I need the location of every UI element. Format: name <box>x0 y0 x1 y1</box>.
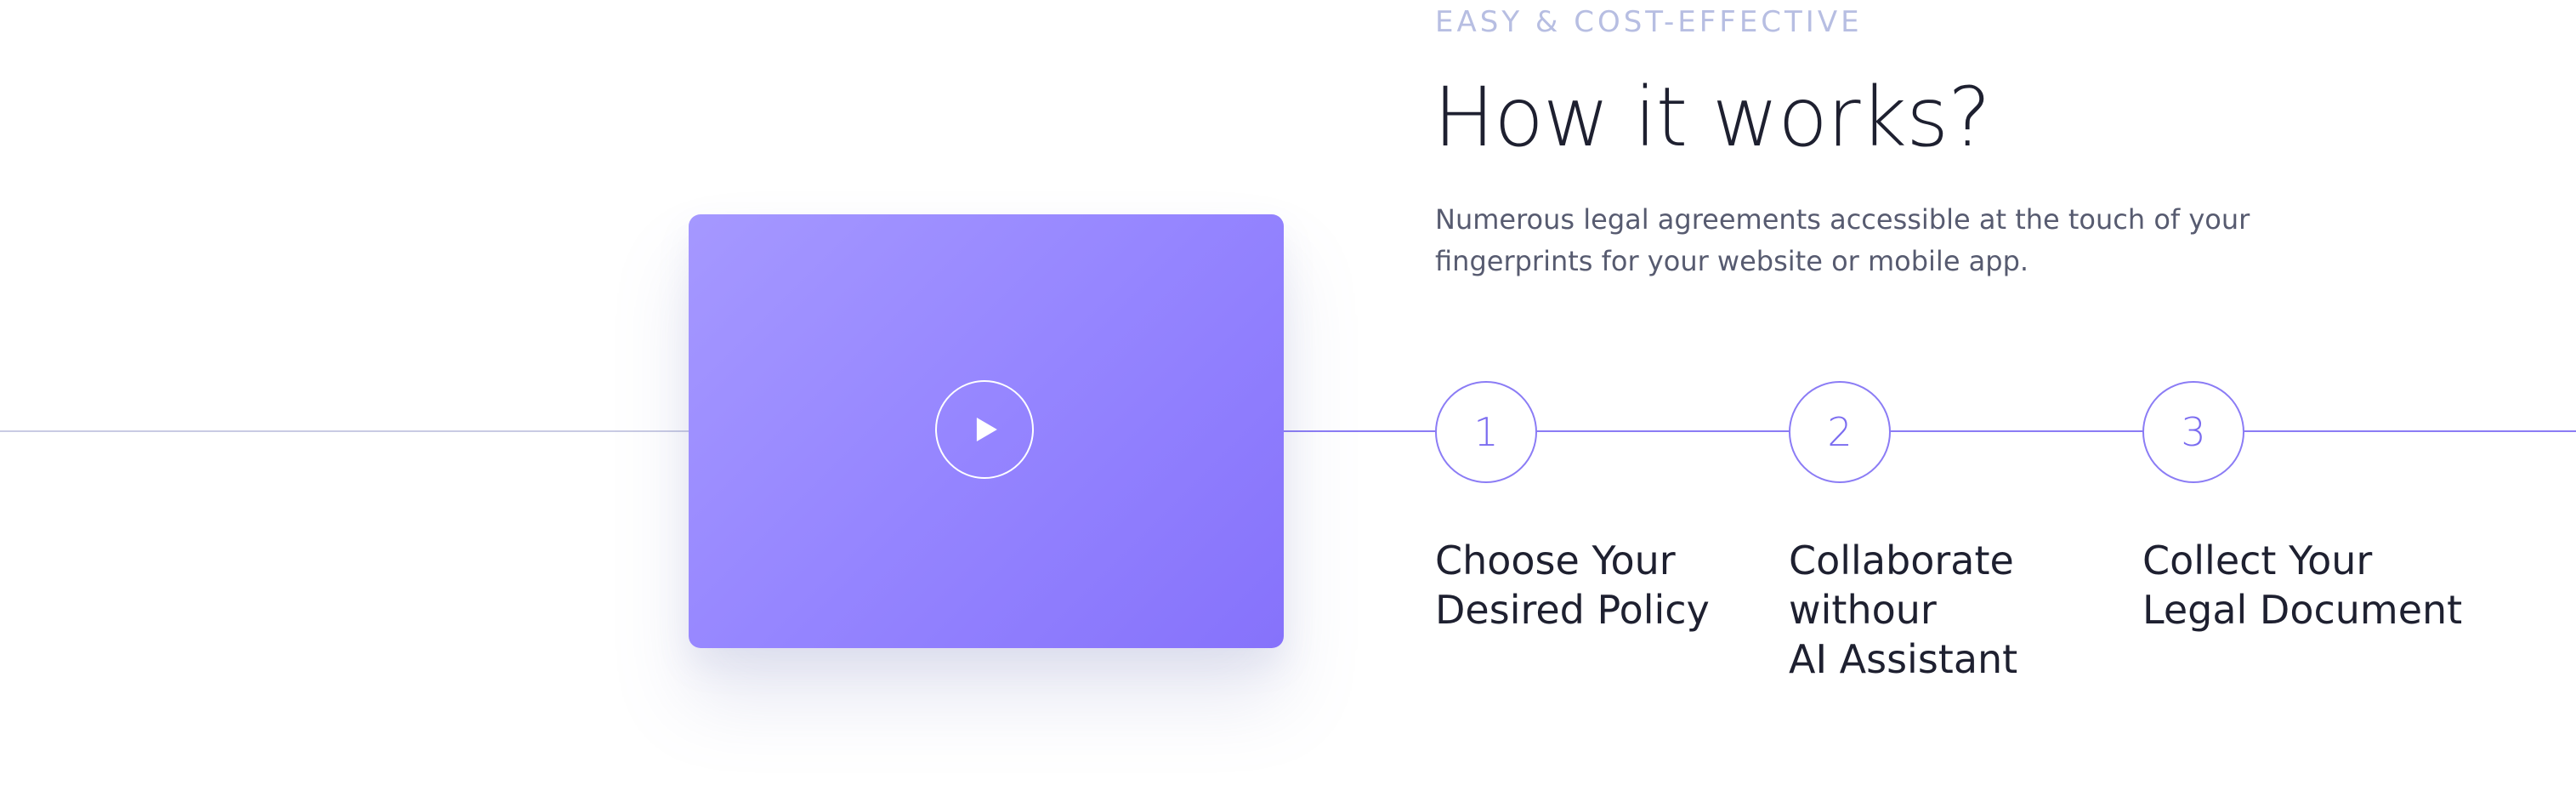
step-2-title: Collaborate withour AI Assistant <box>1789 538 2018 682</box>
section-description: Numerous legal agreements accessible at … <box>1435 203 2250 277</box>
step-3-title: Collect Your Legal Document <box>2142 538 2463 633</box>
section-eyebrow: EASY & COST-EFFECTIVE <box>1435 5 1863 39</box>
step-1-number: 1 <box>1435 381 1537 483</box>
step-1-title: Choose Your Desired Policy <box>1435 538 1710 633</box>
play-button[interactable] <box>935 380 1034 479</box>
step-3-number: 3 <box>2142 381 2244 483</box>
page-title: How it works? <box>1433 70 1991 165</box>
step-2-number: 2 <box>1789 381 1891 483</box>
timeline-line-left <box>0 430 690 432</box>
play-icon <box>976 418 997 441</box>
video-thumbnail[interactable] <box>689 214 1284 648</box>
